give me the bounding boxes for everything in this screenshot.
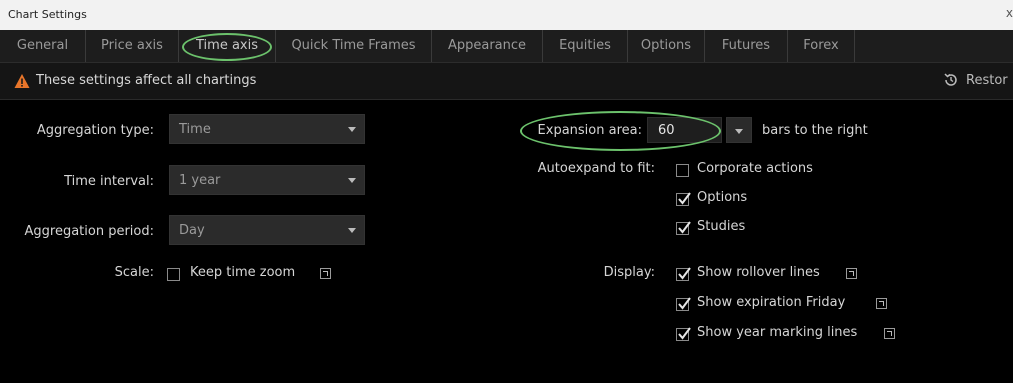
display-label: Display: bbox=[603, 265, 655, 280]
corporate-actions-checkbox[interactable] bbox=[676, 164, 689, 177]
keep-time-zoom-checkbox[interactable] bbox=[167, 268, 180, 281]
warning-icon bbox=[14, 74, 30, 88]
window-titlebar: Chart Settings x bbox=[0, 0, 1013, 30]
expansion-area-input[interactable]: 60 bbox=[647, 117, 722, 143]
checkmark-icon bbox=[678, 221, 691, 234]
aggregation-type-value: Time bbox=[179, 122, 211, 137]
expansion-area-value: 60 bbox=[658, 123, 675, 138]
expansion-area-suffix: bars to the right bbox=[762, 123, 868, 138]
checkmark-icon bbox=[678, 192, 691, 205]
tab-time-axis[interactable]: Time axis bbox=[179, 30, 276, 62]
expansion-area-dropdown-button[interactable] bbox=[726, 117, 752, 143]
tab-price-axis[interactable]: Price axis bbox=[86, 30, 179, 62]
studies-checkbox[interactable] bbox=[676, 221, 691, 235]
show-expiration-friday-checkbox[interactable] bbox=[676, 297, 691, 311]
corporate-actions-label: Corporate actions bbox=[697, 161, 813, 176]
show-year-marking-lines-label: Show year marking lines bbox=[697, 325, 858, 340]
external-link-icon[interactable] bbox=[876, 298, 887, 309]
show-rollover-lines-checkbox[interactable] bbox=[676, 267, 691, 281]
show-year-marking-lines-checkbox[interactable] bbox=[676, 327, 691, 341]
tab-futures[interactable]: Futures bbox=[705, 30, 788, 62]
tab-bar: General Price axis Time axis Quick Time … bbox=[0, 30, 1013, 63]
external-link-icon[interactable] bbox=[320, 268, 331, 279]
external-link-icon[interactable] bbox=[846, 268, 857, 279]
aggregation-period-dropdown[interactable]: Day bbox=[169, 215, 365, 245]
options-checkbox[interactable] bbox=[676, 192, 691, 206]
aggregation-type-dropdown[interactable]: Time bbox=[169, 114, 365, 144]
aggregation-period-label: Aggregation period: bbox=[24, 224, 155, 239]
chevron-down-icon bbox=[348, 228, 356, 233]
external-link-icon[interactable] bbox=[884, 328, 895, 339]
tab-appearance[interactable]: Appearance bbox=[432, 30, 543, 62]
close-button[interactable]: x bbox=[1006, 6, 1013, 20]
checkmark-icon bbox=[678, 297, 691, 310]
notice-message: These settings affect all chartings bbox=[36, 73, 257, 88]
show-expiration-friday-label: Show expiration Friday bbox=[697, 295, 846, 310]
tab-general[interactable]: General bbox=[0, 30, 86, 62]
restore-defaults-button[interactable]: Restor bbox=[966, 73, 1008, 88]
show-rollover-lines-label: Show rollover lines bbox=[697, 265, 820, 280]
studies-label: Studies bbox=[697, 219, 746, 234]
checkmark-icon bbox=[678, 327, 691, 340]
aggregation-period-value: Day bbox=[179, 223, 205, 238]
window-title: Chart Settings bbox=[8, 8, 87, 21]
options-label: Options bbox=[697, 190, 748, 205]
chevron-down-icon bbox=[348, 127, 356, 132]
time-interval-value: 1 year bbox=[179, 173, 221, 188]
tab-forex[interactable]: Forex bbox=[788, 30, 855, 62]
restore-history-icon[interactable] bbox=[942, 71, 960, 89]
notice-bar: These settings affect all chartings Rest… bbox=[0, 63, 1013, 100]
aggregation-type-label: Aggregation type: bbox=[36, 123, 154, 138]
tab-equities[interactable]: Equities bbox=[543, 30, 628, 62]
tab-options[interactable]: Options bbox=[628, 30, 705, 62]
chevron-down-icon bbox=[735, 129, 743, 134]
time-interval-dropdown[interactable]: 1 year bbox=[169, 165, 365, 195]
checkmark-icon bbox=[678, 267, 691, 280]
autoexpand-label: Autoexpand to fit: bbox=[537, 161, 655, 176]
time-interval-label: Time interval: bbox=[64, 174, 154, 189]
scale-label: Scale: bbox=[114, 265, 154, 280]
expansion-area-label: Expansion area: bbox=[537, 123, 642, 138]
tab-quick-time-frames[interactable]: Quick Time Frames bbox=[276, 30, 432, 62]
chevron-down-icon bbox=[348, 178, 356, 183]
keep-time-zoom-label: Keep time zoom bbox=[190, 265, 296, 280]
